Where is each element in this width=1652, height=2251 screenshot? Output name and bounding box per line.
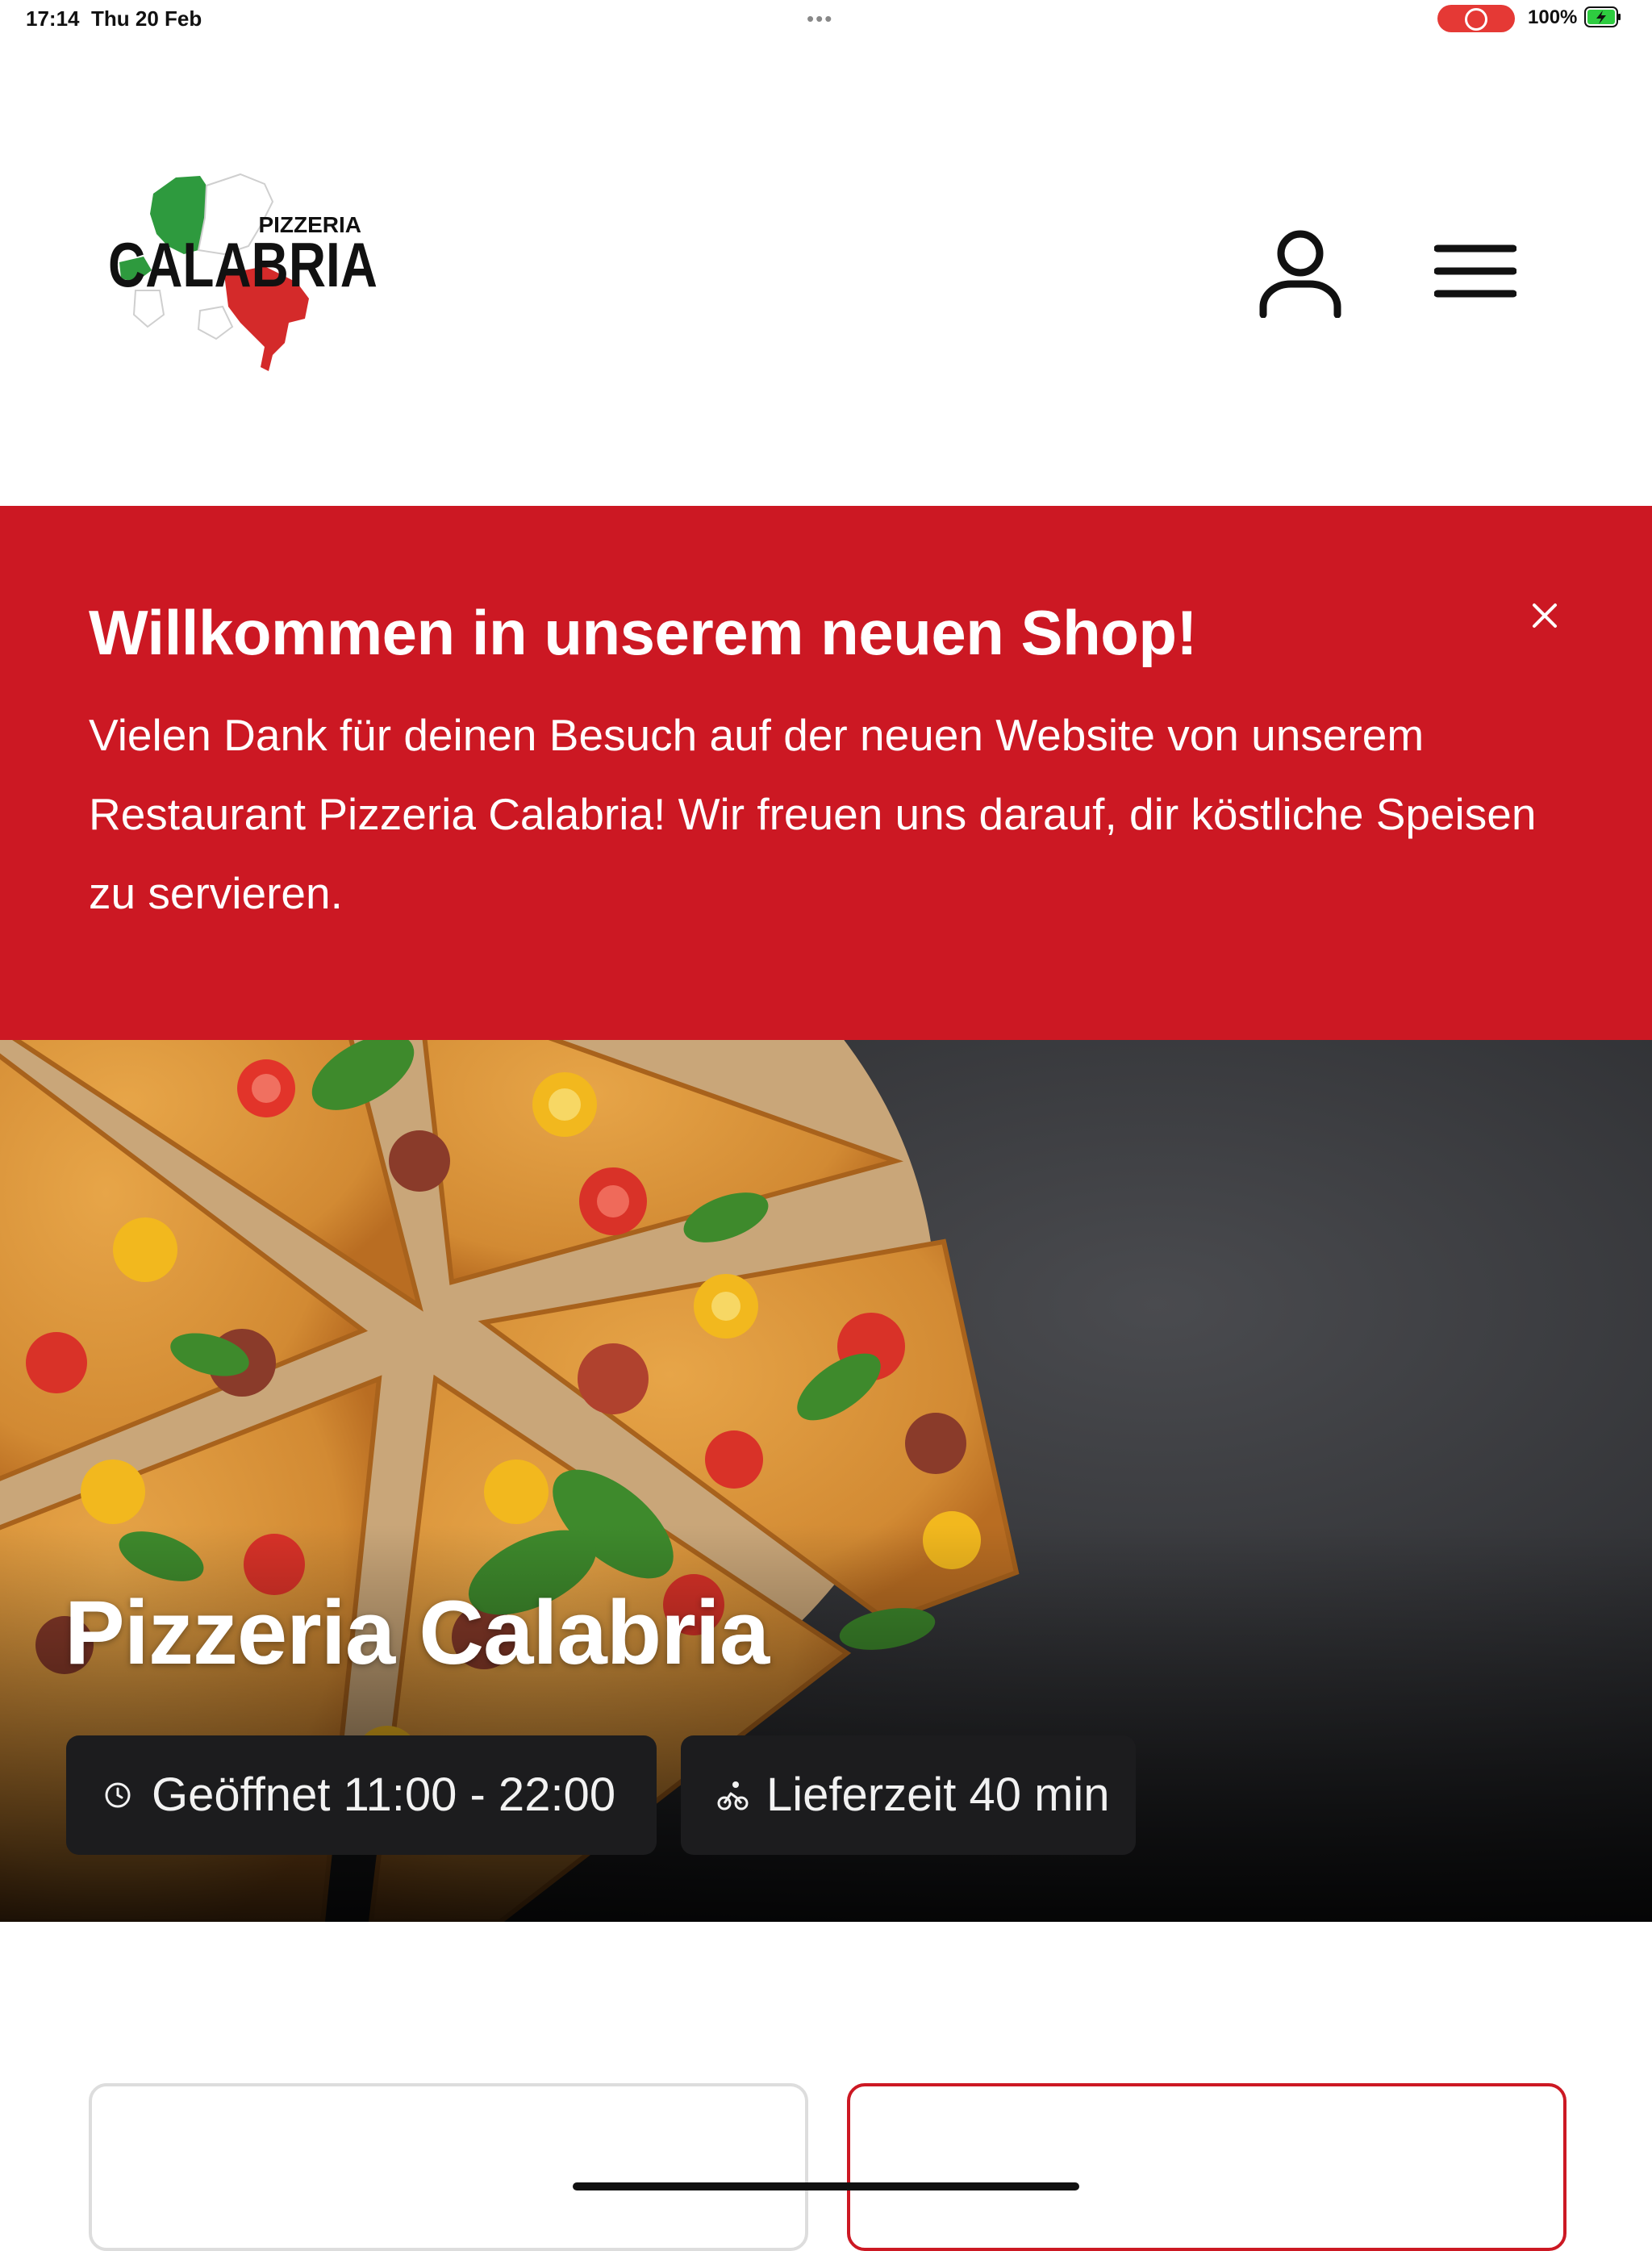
multitasking-dots[interactable]: •••	[807, 6, 833, 31]
banner-text: Vielen Dank für deinen Besuch auf der ne…	[89, 710, 1537, 918]
logo-big-text: CALABRIA	[108, 229, 378, 300]
opening-hours-text: Geöffnet 11:00 - 22:00	[152, 1769, 616, 1821]
record-icon	[1465, 8, 1487, 31]
delivery-time-text: Lieferzeit 40 min	[766, 1769, 1110, 1821]
close-icon[interactable]	[1528, 599, 1562, 633]
hamburger-menu-icon[interactable]	[1434, 242, 1516, 300]
delivery-time-chip: Lieferzeit 40 min	[681, 1735, 1136, 1855]
home-indicator[interactable]	[573, 2182, 1079, 2190]
restaurant-name: Pizzeria Calabria	[65, 1582, 770, 1683]
bicycle-icon	[717, 1781, 749, 1810]
opening-hours-chip: Geöffnet 11:00 - 22:00	[66, 1735, 657, 1855]
banner-title: Willkommen in unserem neuen Shop!	[89, 597, 1197, 668]
status-bar: 17:14 Thu 20 Feb ••• 100%	[0, 0, 1652, 39]
pizzeria-calabria-logo[interactable]: PIZZERIA CALABRIA	[103, 169, 382, 375]
welcome-banner: Willkommen in unserem neuen Shop! Vielen…	[0, 506, 1652, 1040]
user-icon[interactable]	[1258, 229, 1342, 318]
screen-recording-indicator[interactable]	[1437, 5, 1515, 32]
order-option-card[interactable]	[89, 2083, 808, 2251]
battery-percentage: 100%	[1528, 6, 1578, 28]
order-option-card-selected[interactable]	[847, 2083, 1566, 2251]
battery-charging-icon	[1584, 6, 1621, 27]
hero-section: Pizzeria Calabria Geöffnet 11:00 - 22:00…	[0, 1040, 1652, 1922]
status-time: 17:14	[26, 6, 80, 31]
clock-icon	[105, 1782, 131, 1808]
status-date: Thu 20 Feb	[91, 6, 202, 31]
